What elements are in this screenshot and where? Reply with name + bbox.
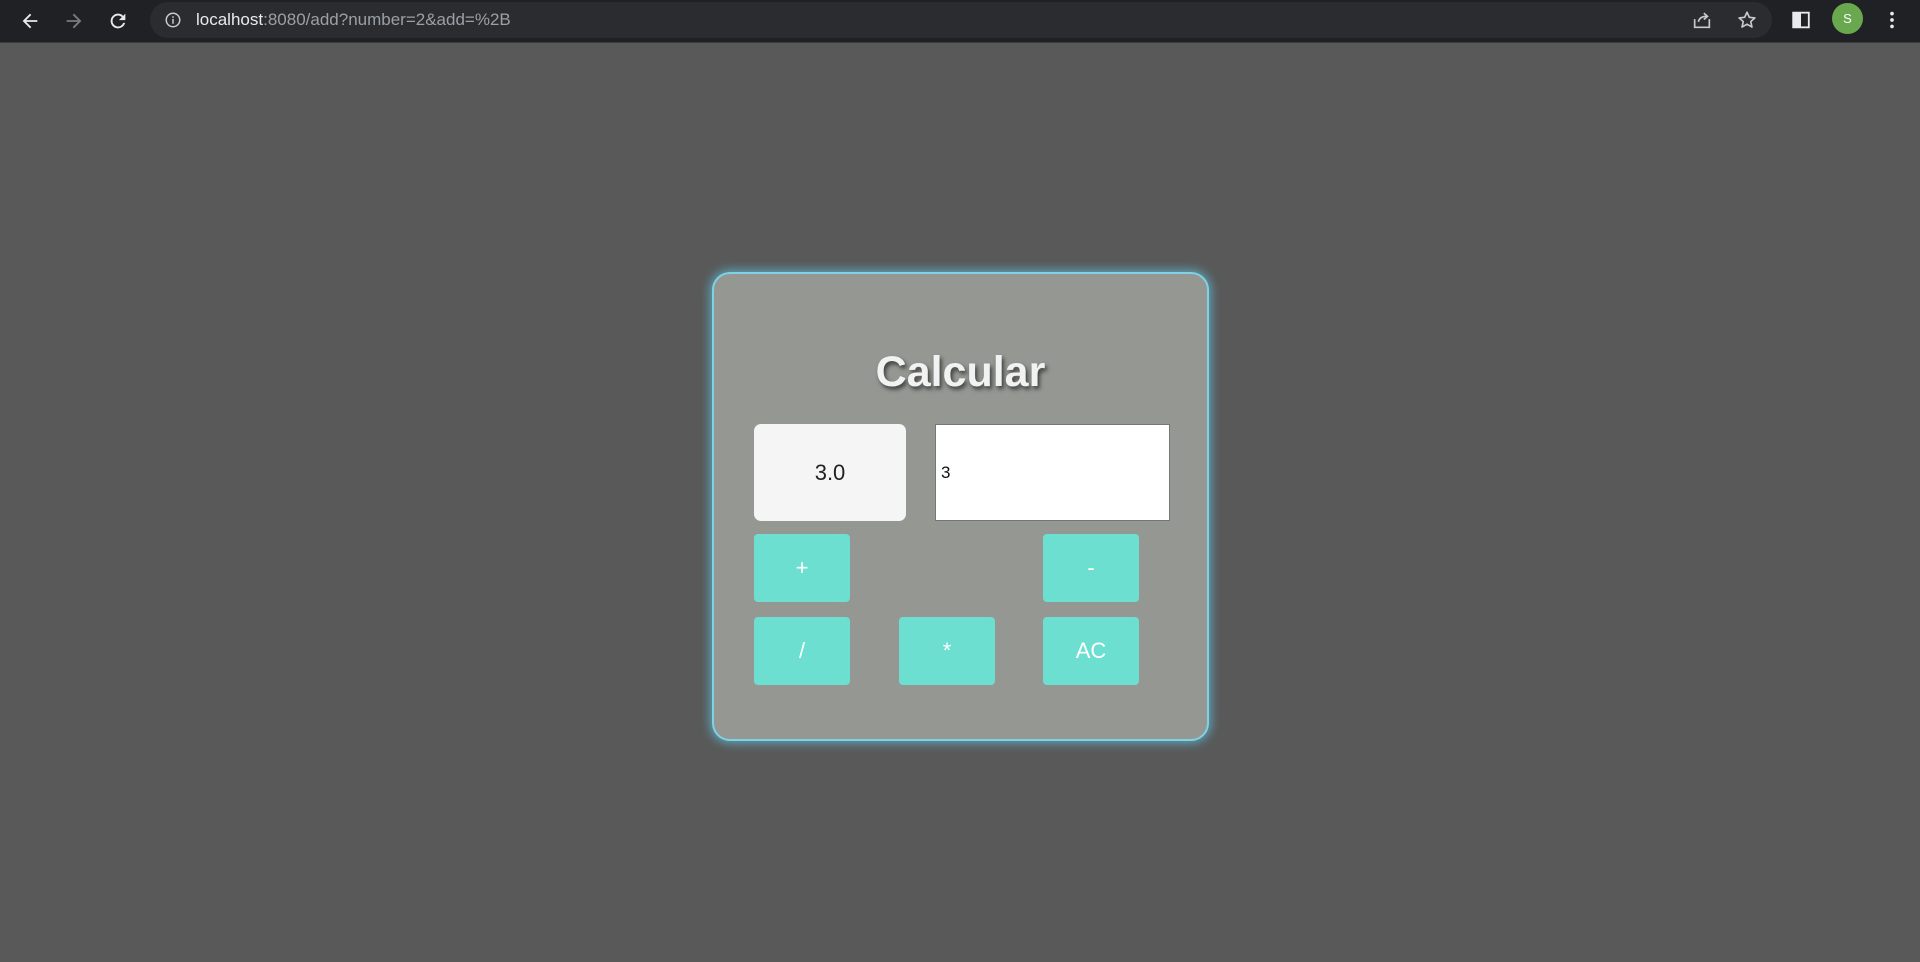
result-display: 3.0 bbox=[754, 424, 906, 521]
profile-avatar[interactable]: S bbox=[1832, 3, 1863, 34]
arrow-right-icon bbox=[66, 13, 82, 29]
back-button[interactable] bbox=[15, 6, 45, 36]
forward-button[interactable] bbox=[59, 6, 89, 36]
reload-icon bbox=[110, 13, 126, 29]
url-path: :8080/add?number=2&add=%2B bbox=[263, 10, 511, 29]
star-icon[interactable] bbox=[1736, 9, 1758, 31]
number-input[interactable] bbox=[935, 424, 1170, 521]
reload-button[interactable] bbox=[103, 6, 133, 36]
add-button[interactable]: + bbox=[754, 534, 850, 602]
multiply-button[interactable]: * bbox=[899, 617, 995, 685]
divide-button[interactable]: / bbox=[754, 617, 850, 685]
address-bar[interactable]: localhost:8080/add?number=2&add=%2B bbox=[150, 2, 1772, 38]
side-panel-icon[interactable] bbox=[1789, 8, 1813, 32]
subtract-button[interactable]: - bbox=[1043, 534, 1139, 602]
more-menu-icon[interactable] bbox=[1880, 8, 1904, 32]
url-text: localhost:8080/add?number=2&add=%2B bbox=[196, 10, 511, 30]
browser-toolbar: localhost:8080/add?number=2&add=%2B S bbox=[0, 0, 1920, 43]
url-host: localhost bbox=[196, 10, 264, 29]
clear-button[interactable]: AC bbox=[1043, 617, 1139, 685]
calculator-title: Calcular bbox=[875, 348, 1046, 396]
arrow-left-icon bbox=[22, 13, 38, 29]
calculator-card: Calcular 3.0 + - / * AC bbox=[712, 272, 1209, 741]
share-icon[interactable] bbox=[1691, 9, 1713, 31]
info-icon[interactable] bbox=[164, 11, 182, 29]
